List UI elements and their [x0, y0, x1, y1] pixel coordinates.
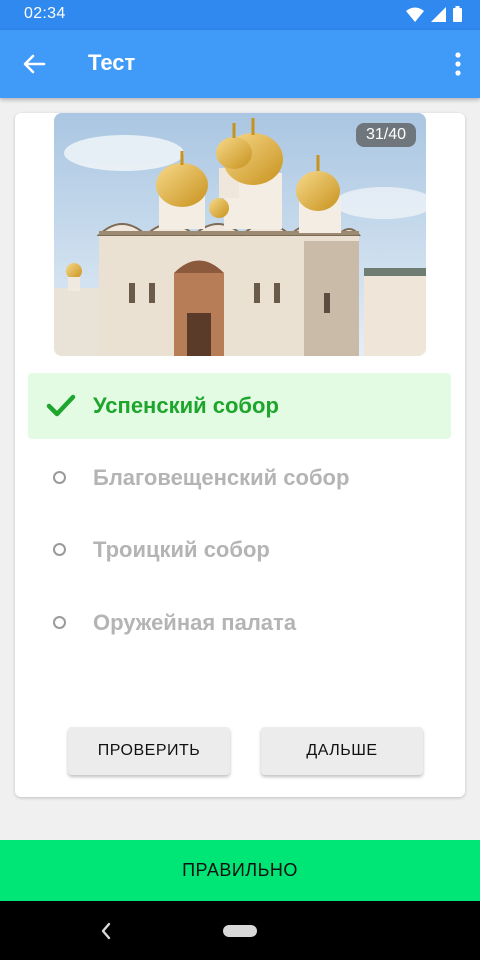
- next-button[interactable]: ДАЛЬШЕ: [261, 727, 423, 775]
- option-label: Оружейная палата: [93, 610, 297, 635]
- option-label: Троицкий собор: [93, 537, 270, 562]
- cathedral-illustration: [54, 113, 426, 356]
- nav-back-icon[interactable]: [100, 922, 112, 940]
- radio-icon[interactable]: [53, 471, 66, 484]
- check-button[interactable]: ПРОВЕРИТЬ: [68, 727, 230, 775]
- checkmark-icon: [46, 394, 76, 417]
- battery-icon: [453, 6, 462, 22]
- back-arrow-icon[interactable]: [20, 50, 48, 78]
- status-icons: [406, 6, 462, 22]
- signal-icon: [431, 6, 446, 22]
- option-4[interactable]: Оружейная палата: [28, 590, 451, 656]
- radio-icon[interactable]: [53, 543, 66, 556]
- more-vert-icon[interactable]: [452, 50, 464, 78]
- question-image: 31/40: [54, 113, 426, 356]
- question-counter: 31/40: [355, 123, 416, 147]
- result-banner: ПРАВИЛЬНО: [0, 840, 480, 901]
- option-label: Благовещенский собор: [93, 465, 350, 490]
- option-2[interactable]: Благовещенский собор: [28, 445, 451, 511]
- quiz-card: 31/40 Успенский собор Благовещенский соб…: [15, 113, 465, 797]
- nav-home-icon[interactable]: [223, 925, 257, 937]
- status-time: 02:34: [24, 5, 66, 22]
- option-3[interactable]: Троицкий собор: [28, 517, 451, 583]
- app-bar: Тест: [0, 30, 480, 98]
- page-title: Тест: [88, 50, 136, 75]
- radio-icon[interactable]: [53, 616, 66, 629]
- status-bar: 02:34: [0, 0, 480, 30]
- option-correct[interactable]: Успенский собор: [28, 373, 451, 439]
- system-nav-bar: [0, 901, 480, 960]
- wifi-icon: [406, 7, 424, 22]
- option-label: Успенский собор: [93, 393, 279, 418]
